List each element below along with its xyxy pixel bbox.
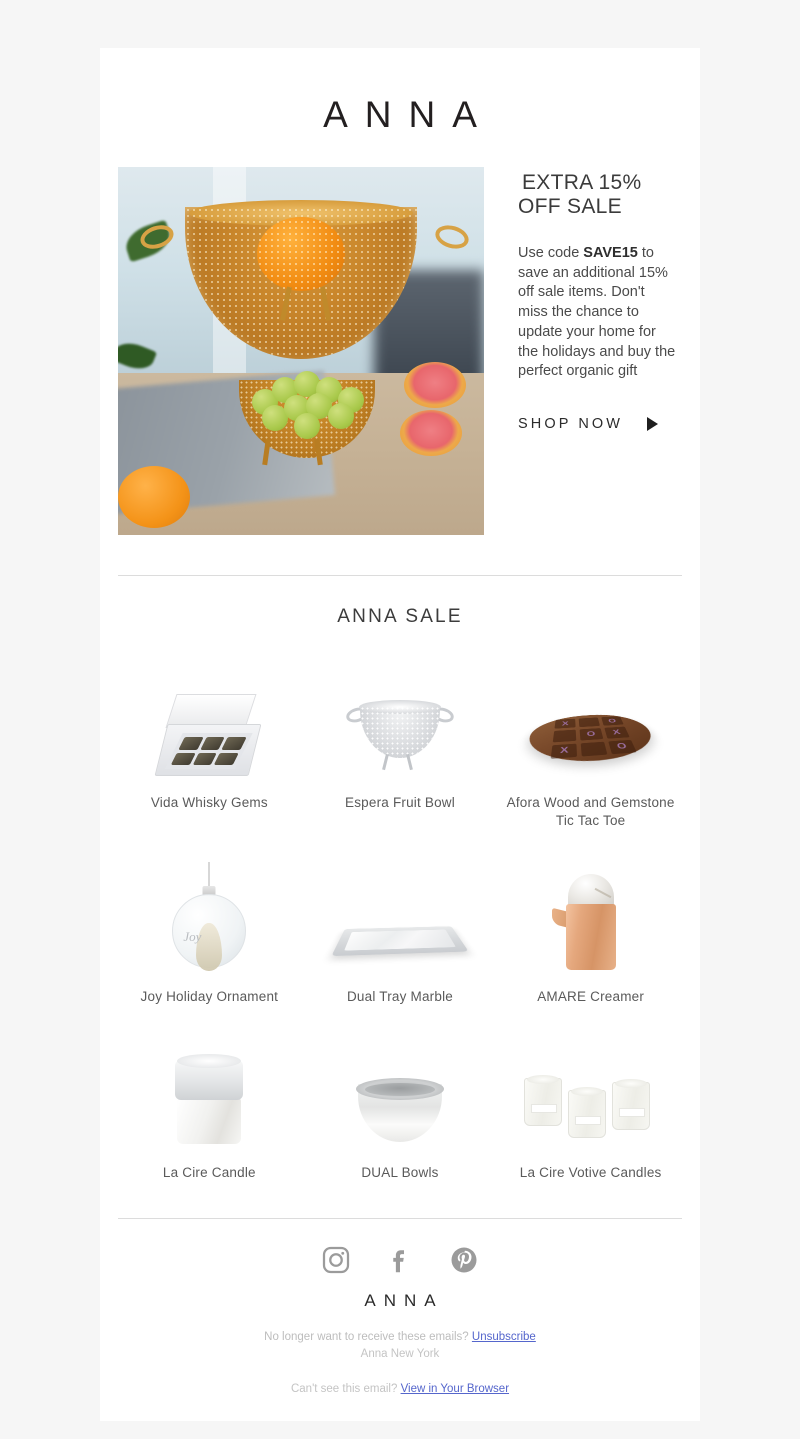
shop-now-label: SHOP NOW <box>518 416 624 433</box>
product-name: Dual Tray Marble <box>346 989 453 1005</box>
product-card[interactable]: Dual Tray Marble <box>305 840 496 1016</box>
view-in-browser-line: Can't see this email? View in Your Brows… <box>100 1383 700 1395</box>
dual-bowl-image <box>348 1078 452 1150</box>
product-card[interactable]: Vida Whisky Gems <box>114 646 305 840</box>
product-grid: Vida Whisky Gems Espera Fruit Bowl X O O… <box>100 646 700 1192</box>
product-card[interactable]: AMARE Creamer <box>495 840 686 1016</box>
ornament-joy-script: Joy <box>183 929 202 945</box>
promo-heading: EXTRA 15% OFF SALE <box>518 171 676 218</box>
product-name: Espera Fruit Bowl <box>345 795 455 810</box>
product-name: La Cire Votive Candles <box>519 1165 662 1181</box>
footer-spacer <box>100 1363 700 1383</box>
product-name: Afora Wood and Gemstone Tic Tac Toe <box>506 795 675 829</box>
tray-marble-surface <box>344 929 456 951</box>
bowl-body <box>358 700 441 758</box>
email-header: ANNA <box>100 48 700 167</box>
product-card[interactable]: La Cire Votive Candles <box>495 1016 686 1192</box>
arrow-right-icon <box>647 417 659 432</box>
product-card[interactable]: Espera Fruit Bowl <box>305 646 496 840</box>
company-name: Anna New York <box>360 1347 440 1360</box>
grapes-cluster <box>250 369 374 440</box>
product-card[interactable]: Joy Joy Holiday Ornament <box>114 840 305 1016</box>
grapefruit-half <box>400 409 463 456</box>
product-name: DUAL Bowls <box>361 1165 439 1181</box>
tray-rim <box>331 926 469 957</box>
product-thumbnail[interactable]: Joy <box>120 852 299 974</box>
wood-board: X O O X X O <box>520 712 665 767</box>
product-card[interactable]: DUAL Bowls <box>305 1016 496 1192</box>
promo-body-post: to save an additional 15% off sale items… <box>518 245 676 380</box>
ornament-cord <box>208 862 211 889</box>
view-in-browser-link[interactable]: View in Your Browser <box>401 1383 509 1395</box>
promo-heading-line2: OFF SALE <box>518 194 622 218</box>
product-thumbnail[interactable] <box>311 852 490 974</box>
product-name: Vida Whisky Gems <box>150 795 268 810</box>
email-container: ANNA EXTRA 15% OFF SALE Use code SAVE15 … <box>100 48 700 1421</box>
product-thumbnail[interactable]: X O O X X O <box>501 658 680 780</box>
product-thumbnail[interactable] <box>501 1028 680 1150</box>
bowl-leg <box>406 753 413 771</box>
hero-section: EXTRA 15% OFF SALE Use code SAVE15 to sa… <box>100 167 700 535</box>
product-thumbnail[interactable] <box>311 1028 490 1150</box>
votive-candle <box>611 1079 650 1131</box>
promo-code: SAVE15 <box>583 245 638 262</box>
votive-candle <box>567 1087 606 1139</box>
gem-tray <box>165 733 254 769</box>
pinterest-icon[interactable] <box>449 1245 479 1275</box>
product-card[interactable]: La Cire Candle <box>114 1016 305 1192</box>
hero-text-column: EXTRA 15% OFF SALE Use code SAVE15 to sa… <box>484 167 682 432</box>
fruit-bowl-image <box>344 696 456 780</box>
tic-tac-toe-image: X O O X X O <box>520 688 665 780</box>
tic-tac-toe-grid: X O O X X O <box>550 716 637 759</box>
marble-lid <box>567 874 614 909</box>
hero-image[interactable] <box>118 167 484 535</box>
whisky-gems-image <box>154 694 262 780</box>
promo-body-pre: Use code <box>518 245 584 262</box>
votive-candles-image <box>523 1072 658 1150</box>
product-thumbnail[interactable] <box>120 1028 299 1150</box>
promo-body: Use code SAVE15 to save an additional 15… <box>518 244 676 382</box>
marble-vein <box>594 888 612 899</box>
product-thumbnail[interactable] <box>120 658 299 780</box>
candle-marble-base <box>177 1098 242 1145</box>
hero-image-column <box>118 167 484 535</box>
product-name: La Cire Candle <box>162 1165 256 1181</box>
unsubscribe-prefix: No longer want to receive these emails? <box>264 1331 472 1344</box>
footer-brand-logo: ANNA <box>364 1291 444 1311</box>
creamer-image <box>551 866 630 974</box>
instagram-icon[interactable] <box>321 1245 351 1275</box>
ornament-glass-disc: Joy <box>172 894 247 972</box>
unsubscribe-link[interactable]: Unsubscribe <box>472 1331 536 1343</box>
facebook-icon[interactable] <box>385 1245 415 1275</box>
social-links <box>100 1219 700 1291</box>
orange-fruit <box>118 465 190 528</box>
email-page: ANNA EXTRA 15% OFF SALE Use code SAVE15 … <box>0 0 800 1439</box>
box-lid <box>165 694 257 728</box>
product-card[interactable]: X O O X X O Afora Wood and Gemstone Tic … <box>495 646 686 840</box>
candle-lid <box>175 1054 244 1101</box>
unsubscribe-line: No longer want to receive these emails? … <box>100 1329 700 1362</box>
sale-section-title: ANNA SALE <box>337 606 463 627</box>
ornament-image: Joy <box>167 862 251 974</box>
product-thumbnail[interactable] <box>501 852 680 974</box>
box-base <box>154 724 262 776</box>
candle-image <box>171 1054 247 1150</box>
creamer-body <box>565 904 616 971</box>
shop-now-button[interactable]: SHOP NOW <box>518 416 659 433</box>
browser-prefix: Can't see this email? <box>290 1382 401 1395</box>
marble-tray-image <box>331 902 469 974</box>
bowl-leg <box>382 753 389 771</box>
brand-logo: ANNA <box>323 94 494 135</box>
bowl-perforation-pattern <box>359 706 440 758</box>
product-thumbnail[interactable] <box>311 658 490 780</box>
promo-heading-line1: EXTRA 15% <box>522 171 642 194</box>
votive-candle <box>523 1075 562 1127</box>
product-name: AMARE Creamer <box>537 989 645 1005</box>
product-name: Joy Holiday Ornament <box>140 989 279 1005</box>
grapefruit-half <box>403 362 466 409</box>
